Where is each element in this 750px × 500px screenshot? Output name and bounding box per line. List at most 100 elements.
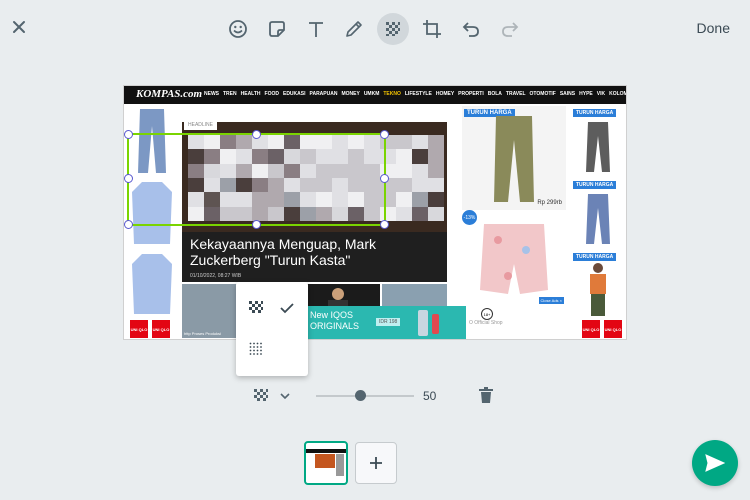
tag-turun-harga: TURUN HARGA — [573, 109, 617, 117]
product-tile-pants[interactable]: TURUN HARGA Rp 299rb — [462, 106, 566, 210]
dots-option[interactable] — [249, 342, 265, 358]
nav-item-sains[interactable]: SAINS — [560, 91, 575, 97]
blur-selection-box[interactable] — [124, 130, 389, 229]
resize-handle[interactable] — [380, 174, 389, 183]
product-tile-person[interactable]: TURUN HARGA — [572, 250, 624, 318]
chevron-down-icon — [280, 393, 290, 399]
age-badge: 18+ — [481, 308, 493, 320]
nav-item-homey[interactable]: HOMEY — [436, 91, 454, 97]
text-button[interactable] — [300, 14, 332, 44]
site-logo: KOMPAS.com — [136, 88, 203, 100]
mosaic-cell — [428, 149, 444, 164]
nav-item-hype[interactable]: HYPE — [579, 91, 593, 97]
resize-handle[interactable] — [380, 220, 389, 229]
nav-item-umkm[interactable]: UMKM — [364, 91, 380, 97]
plus-icon — [370, 457, 382, 469]
resize-handle[interactable] — [252, 220, 261, 229]
nav-item-parapuan[interactable]: PARAPUAN — [310, 91, 338, 97]
close-ads-button[interactable]: Close Ads × — [538, 297, 564, 304]
uniqlo-logo: UNI QLO — [604, 320, 622, 338]
add-image-button[interactable] — [355, 442, 397, 484]
nav-item-money[interactable]: MONEY — [341, 91, 359, 97]
resize-handle[interactable] — [124, 130, 133, 139]
article-date: 01/10/2022, 08:27 WIB — [190, 273, 242, 279]
mosaic-cell — [396, 163, 412, 178]
thumb-hero — [315, 454, 335, 468]
resize-handle[interactable] — [124, 174, 133, 183]
resize-handle[interactable] — [252, 130, 261, 139]
pixelate-option[interactable] — [249, 301, 265, 317]
mosaic-cell — [412, 192, 428, 207]
image-canvas[interactable]: KOMPAS.com NEWS TREN HEALTH FOOD EDUKASI PARA… — [124, 86, 626, 339]
uniqlo-logos-right: UNI QLO UNI QLO — [582, 320, 626, 338]
ad-banner[interactable]: New IQOS ORIGINALS IDR 198 — [306, 306, 466, 339]
nav-item-news[interactable]: NEWS — [204, 91, 219, 97]
nav-item-vik[interactable]: VIK — [597, 91, 605, 97]
close-button[interactable] — [8, 16, 30, 38]
pen-button[interactable] — [338, 14, 370, 44]
redo-icon — [502, 22, 519, 37]
blur-icon — [386, 22, 400, 36]
sticker-button[interactable] — [261, 14, 293, 44]
discount-badge: -13% — [462, 210, 477, 225]
crop-button[interactable] — [416, 14, 448, 44]
image-thumbnail[interactable] — [304, 441, 348, 485]
nav-item-tren[interactable]: TREN — [223, 91, 237, 97]
blur-button[interactable] — [377, 13, 409, 45]
emoji-icon — [229, 20, 247, 38]
nav-item-properti[interactable]: PROPERTI — [458, 91, 484, 97]
uniqlo-logo: UNI QLO — [582, 320, 600, 338]
mosaic-cell — [396, 192, 412, 207]
emoji-button[interactable] — [222, 14, 254, 44]
nav-item-bola[interactable]: BOLA — [488, 91, 502, 97]
article-headline: Kekayaannya Menguap, Mark Zuckerberg "Tu… — [190, 236, 376, 268]
product-shirt-2 — [126, 250, 178, 318]
thumb-side — [336, 454, 344, 476]
product-tile-shorts[interactable]: -13% Close Ads × — [462, 210, 566, 306]
nav-item-lifestyle[interactable]: LIFESTYLE — [405, 91, 432, 97]
pixelate-icon — [249, 301, 263, 313]
resize-handle[interactable] — [380, 130, 389, 139]
done-button[interactable]: Done — [697, 20, 730, 36]
trash-icon — [479, 387, 493, 403]
mosaic-cell — [428, 192, 444, 207]
product-tile-pants-2[interactable]: TURUN HARGA — [572, 106, 624, 176]
nav-item-kolom[interactable]: KOLOM — [609, 91, 626, 97]
blur-style-menu — [236, 282, 308, 376]
ad-product — [418, 310, 428, 336]
nav-item-otomotif[interactable]: OTOMOTIF — [530, 91, 556, 97]
ad-info: 18+ O Official Shop — [467, 306, 547, 339]
resize-handle[interactable] — [124, 220, 133, 229]
dots-icon — [249, 342, 262, 355]
crop-icon — [423, 20, 441, 38]
pixelate-icon — [254, 389, 268, 401]
store-link: O Official Shop — [469, 320, 503, 326]
thumb-header — [306, 449, 346, 453]
undo-icon — [462, 22, 479, 37]
undo-button[interactable] — [455, 14, 487, 44]
redo-button[interactable] — [494, 14, 526, 44]
mosaic-cell — [412, 177, 428, 193]
mosaic-cell — [396, 149, 412, 164]
headline-tag: HEADLINE — [184, 120, 218, 130]
sticker-icon — [269, 21, 285, 37]
news-thumb-1: http Proses Produksi — [182, 284, 244, 338]
nav-item-tekno[interactable]: TEKNO — [383, 91, 401, 97]
thumb-caption: http Proses Produksi — [184, 331, 221, 336]
pen-icon — [346, 21, 362, 37]
tag-turun-harga: TURUN HARGA — [573, 253, 617, 261]
nav-item-edukasi[interactable]: EDUKASI — [283, 91, 306, 97]
mosaic-cell — [412, 149, 428, 164]
ad-banner-text: New IQOS ORIGINALS — [310, 310, 360, 331]
delete-button[interactable] — [479, 387, 495, 405]
ad-price-note: IDR 198 — [376, 318, 401, 326]
slider-value: 50 — [423, 389, 437, 403]
send-button[interactable] — [692, 440, 738, 486]
nav-item-travel[interactable]: TRAVEL — [506, 91, 526, 97]
slider-thumb[interactable] — [354, 390, 366, 401]
tag-turun-harga: TURUN HARGA — [573, 181, 617, 189]
nav-item-food[interactable]: FOOD — [265, 91, 279, 97]
nav-item-health[interactable]: HEALTH — [241, 91, 261, 97]
product-tile-jeans-2[interactable]: TURUN HARGA — [572, 178, 624, 248]
blur-style-dropdown[interactable] — [254, 388, 294, 404]
